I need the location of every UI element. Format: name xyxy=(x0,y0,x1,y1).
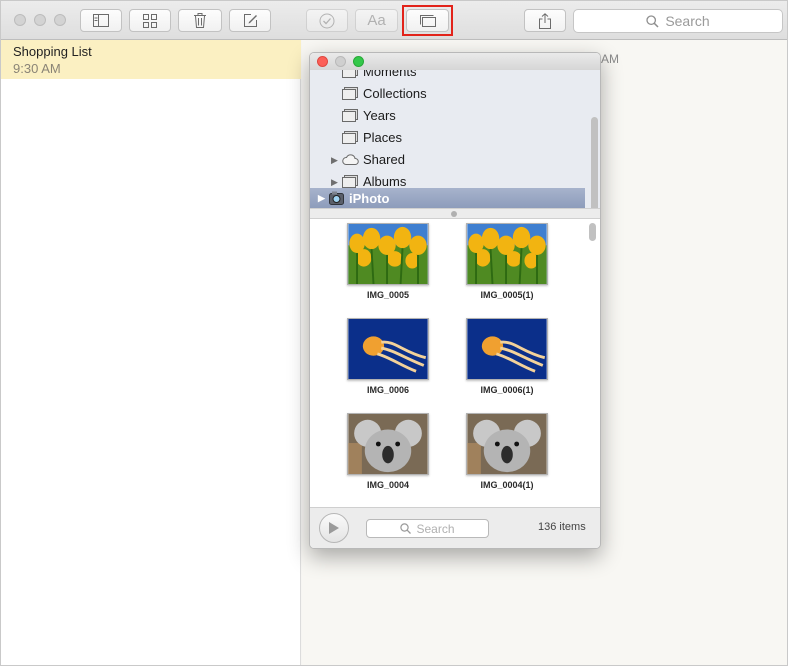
item-count: 136 items xyxy=(538,521,586,533)
tulips-photo xyxy=(347,223,429,285)
minimize-window-button[interactable] xyxy=(34,14,46,26)
font-icon: Aa xyxy=(367,12,386,29)
source-item-places[interactable]: Places xyxy=(310,127,588,149)
disclosure-triangle-icon[interactable]: ▶ xyxy=(331,155,338,166)
iphoto-icon xyxy=(329,191,344,205)
photo-name: IMG_0005 xyxy=(366,290,410,300)
photo-thumbnail[interactable]: IMG_0005 xyxy=(346,223,430,300)
jellyfish-photo xyxy=(466,318,548,380)
attachments-button[interactable] xyxy=(129,9,171,32)
panel-close-button[interactable] xyxy=(317,56,328,67)
search-icon xyxy=(646,14,659,28)
album-icon xyxy=(342,109,358,122)
disclosure-triangle-icon[interactable]: ▶ xyxy=(331,177,338,188)
source-label: iPhoto xyxy=(349,191,390,206)
source-item-moments[interactable]: Moments xyxy=(310,70,588,83)
note-list-item[interactable]: Shopping List 9:30 AM xyxy=(1,40,301,79)
split-handle-icon[interactable] xyxy=(451,211,457,217)
album-icon xyxy=(342,87,358,100)
source-list: Moments Collections Years Places ▶ Share… xyxy=(310,70,600,216)
source-scrollbar[interactable] xyxy=(591,117,598,216)
tulips-photo xyxy=(466,223,548,285)
photo-thumbnail[interactable]: IMG_0004 xyxy=(346,413,430,490)
photo-search-placeholder: Search xyxy=(416,521,455,536)
album-icon xyxy=(342,131,358,144)
source-label: Albums xyxy=(363,174,407,189)
toolbar: Aa Search xyxy=(1,1,787,40)
koala-photo xyxy=(466,413,548,475)
photo-grid-scrollbar[interactable] xyxy=(589,223,596,241)
photo-grid: IMG_0005 IMG_0005(1) IMG_0006 IMG_0006(1… xyxy=(310,219,600,507)
photo-name: IMG_0005(1) xyxy=(480,290,534,300)
photo-search-field[interactable]: Search xyxy=(366,519,489,538)
callout-highlight xyxy=(402,5,453,36)
jellyfish-photo xyxy=(347,318,429,380)
notes-window: Aa Search Shopping List 9:30 AM AM Momen… xyxy=(0,0,788,666)
panel-minimize-button[interactable] xyxy=(335,56,346,67)
photo-thumbnail[interactable]: IMG_0004(1) xyxy=(465,413,549,490)
source-item-shared[interactable]: ▶ Shared xyxy=(310,149,588,171)
photo-name: IMG_0004 xyxy=(366,480,410,490)
source-label: Shared xyxy=(363,152,405,167)
photo-name: IMG_0006(1) xyxy=(480,385,534,395)
sidebar-toggle-button[interactable] xyxy=(80,9,122,32)
note-title: Shopping List xyxy=(13,44,92,59)
note-time: 9:30 AM xyxy=(13,61,61,76)
slideshow-play-button[interactable] xyxy=(319,513,349,543)
source-item-collections[interactable]: Collections xyxy=(310,83,588,105)
photo-browser-panel: Moments Collections Years Places ▶ Share… xyxy=(309,52,601,549)
play-icon xyxy=(329,522,339,534)
sidebar-toggle-icon xyxy=(93,14,109,27)
source-label: Collections xyxy=(363,86,427,101)
share-icon xyxy=(539,12,551,29)
photo-thumbnail[interactable]: IMG_0006(1) xyxy=(465,318,549,395)
disclosure-triangle-icon[interactable]: ▶ xyxy=(318,193,325,204)
album-icon xyxy=(342,175,358,188)
photo-name: IMG_0004(1) xyxy=(480,480,534,490)
photo-name: IMG_0006 xyxy=(366,385,410,395)
compose-button[interactable] xyxy=(229,9,271,32)
search-field[interactable]: Search xyxy=(573,9,783,33)
share-button[interactable] xyxy=(524,9,566,32)
source-item-iphoto[interactable]: ▶ iPhoto xyxy=(310,188,585,208)
photo-thumbnail[interactable]: IMG_0005(1) xyxy=(465,223,549,300)
album-icon xyxy=(342,70,358,78)
attachments-grid-icon xyxy=(143,13,157,28)
panel-zoom-button[interactable] xyxy=(353,56,364,67)
zoom-window-button[interactable] xyxy=(54,14,66,26)
split-divider[interactable] xyxy=(310,208,600,219)
delete-button[interactable] xyxy=(178,9,222,32)
trash-icon xyxy=(194,13,206,28)
panel-footer: Search 136 items xyxy=(310,507,600,548)
cloud-icon xyxy=(342,154,359,165)
font-button[interactable]: Aa xyxy=(355,9,398,32)
checklist-icon xyxy=(319,13,335,28)
checklist-button[interactable] xyxy=(306,9,348,32)
source-label: Moments xyxy=(363,70,417,79)
close-window-button[interactable] xyxy=(14,14,26,26)
search-placeholder: Search xyxy=(665,13,710,29)
koala-photo xyxy=(347,413,429,475)
note-date-header: AM xyxy=(601,52,619,66)
notes-list: Shopping List 9:30 AM xyxy=(1,40,301,665)
source-label: Places xyxy=(363,130,403,145)
photo-thumbnail[interactable]: IMG_0006 xyxy=(346,318,430,395)
panel-titlebar xyxy=(310,53,600,70)
source-item-years[interactable]: Years xyxy=(310,105,588,127)
search-icon xyxy=(400,523,412,534)
source-label: Years xyxy=(363,108,396,123)
compose-icon xyxy=(243,14,257,27)
